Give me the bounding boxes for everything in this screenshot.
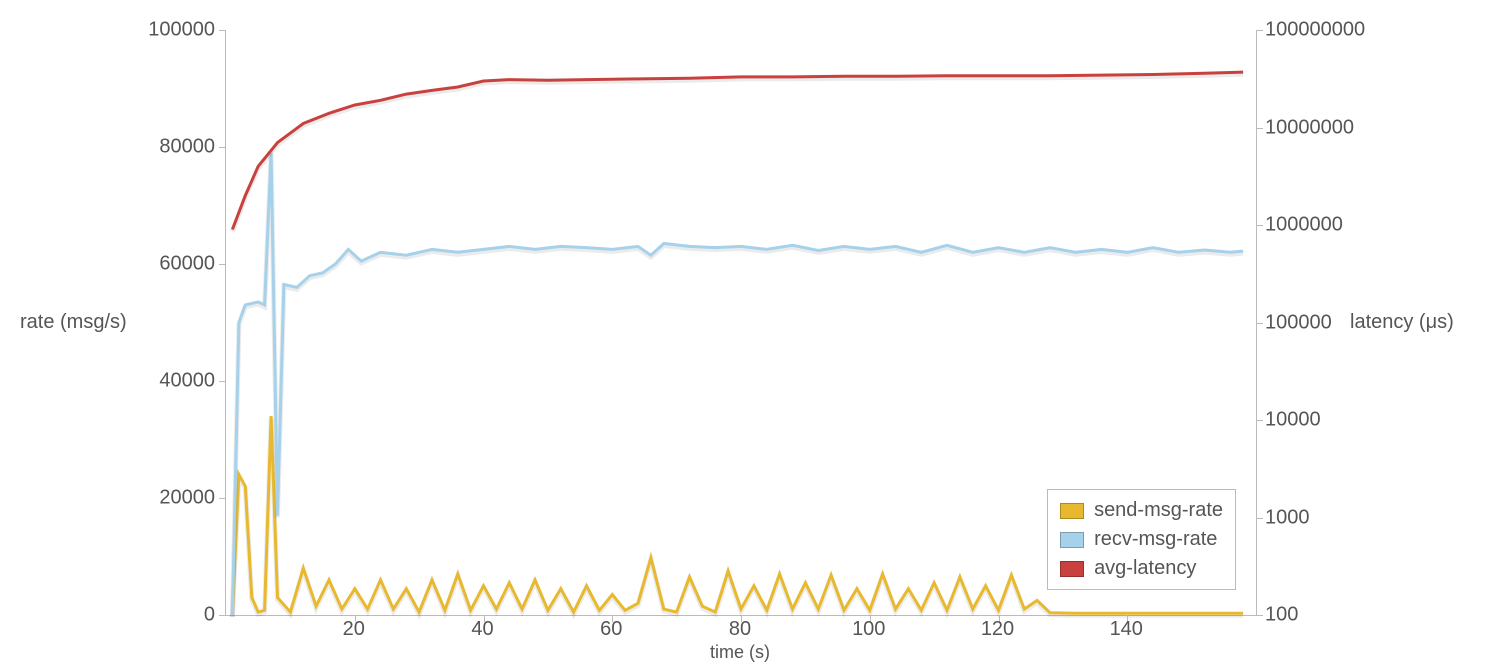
series-line-avg-latency bbox=[232, 72, 1243, 229]
x-tick-label: 40 bbox=[471, 618, 493, 641]
y-right-tick-label: 100000 bbox=[1265, 311, 1332, 334]
y-left-tick-label: 100000 bbox=[148, 19, 215, 42]
x-axis-labels: 20 40 60 80 100 120 140 bbox=[225, 618, 1255, 642]
y-right-tick-label: 1000000 bbox=[1265, 214, 1343, 237]
y-right-tick-label: 1000 bbox=[1265, 506, 1310, 529]
legend-label-send: send-msg-rate bbox=[1094, 499, 1223, 522]
legend-swatch-send bbox=[1060, 503, 1084, 519]
x-tick-label: 100 bbox=[852, 618, 885, 641]
x-tick-label: 120 bbox=[981, 618, 1014, 641]
x-axis-title: time (s) bbox=[225, 642, 1255, 663]
x-tick-label: 80 bbox=[729, 618, 751, 641]
plot-area: send-msg-rate recv-msg-rate avg-latency bbox=[225, 30, 1257, 616]
x-tick-label: 140 bbox=[1110, 618, 1143, 641]
y-right-axis-title-text: latency (μs) bbox=[1350, 311, 1454, 334]
legend-label-recv: recv-msg-rate bbox=[1094, 528, 1217, 551]
y-right-axis-title: latency (μs) bbox=[1350, 30, 1510, 615]
legend-swatch-latency bbox=[1060, 561, 1084, 577]
legend-item-send: send-msg-rate bbox=[1058, 496, 1225, 525]
legend-label-latency: avg-latency bbox=[1094, 557, 1196, 580]
y-right-tick-label: 10000000 bbox=[1265, 116, 1354, 139]
y-right-tick-label: 10000 bbox=[1265, 409, 1321, 432]
y-left-tick-label: 20000 bbox=[159, 487, 215, 510]
x-axis-title-text: time (s) bbox=[710, 642, 770, 662]
y-left-tick-label: 0 bbox=[204, 604, 215, 627]
x-tick-label: 20 bbox=[343, 618, 365, 641]
chart-container: rate (msg/s) 020000400006000080000100000… bbox=[0, 0, 1510, 666]
y-left-axis-labels: 020000400006000080000100000 bbox=[0, 30, 215, 615]
y-left-tick-label: 40000 bbox=[159, 370, 215, 393]
legend: send-msg-rate recv-msg-rate avg-latency bbox=[1047, 489, 1236, 590]
y-right-tick-label: 100 bbox=[1265, 604, 1298, 627]
x-tick-label: 60 bbox=[600, 618, 622, 641]
legend-swatch-recv bbox=[1060, 532, 1084, 548]
series-shadow-avg-latency bbox=[232, 74, 1243, 231]
y-left-tick-label: 80000 bbox=[159, 136, 215, 159]
legend-item-recv: recv-msg-rate bbox=[1058, 525, 1225, 554]
legend-item-latency: avg-latency bbox=[1058, 554, 1225, 583]
y-left-tick-label: 60000 bbox=[159, 253, 215, 276]
